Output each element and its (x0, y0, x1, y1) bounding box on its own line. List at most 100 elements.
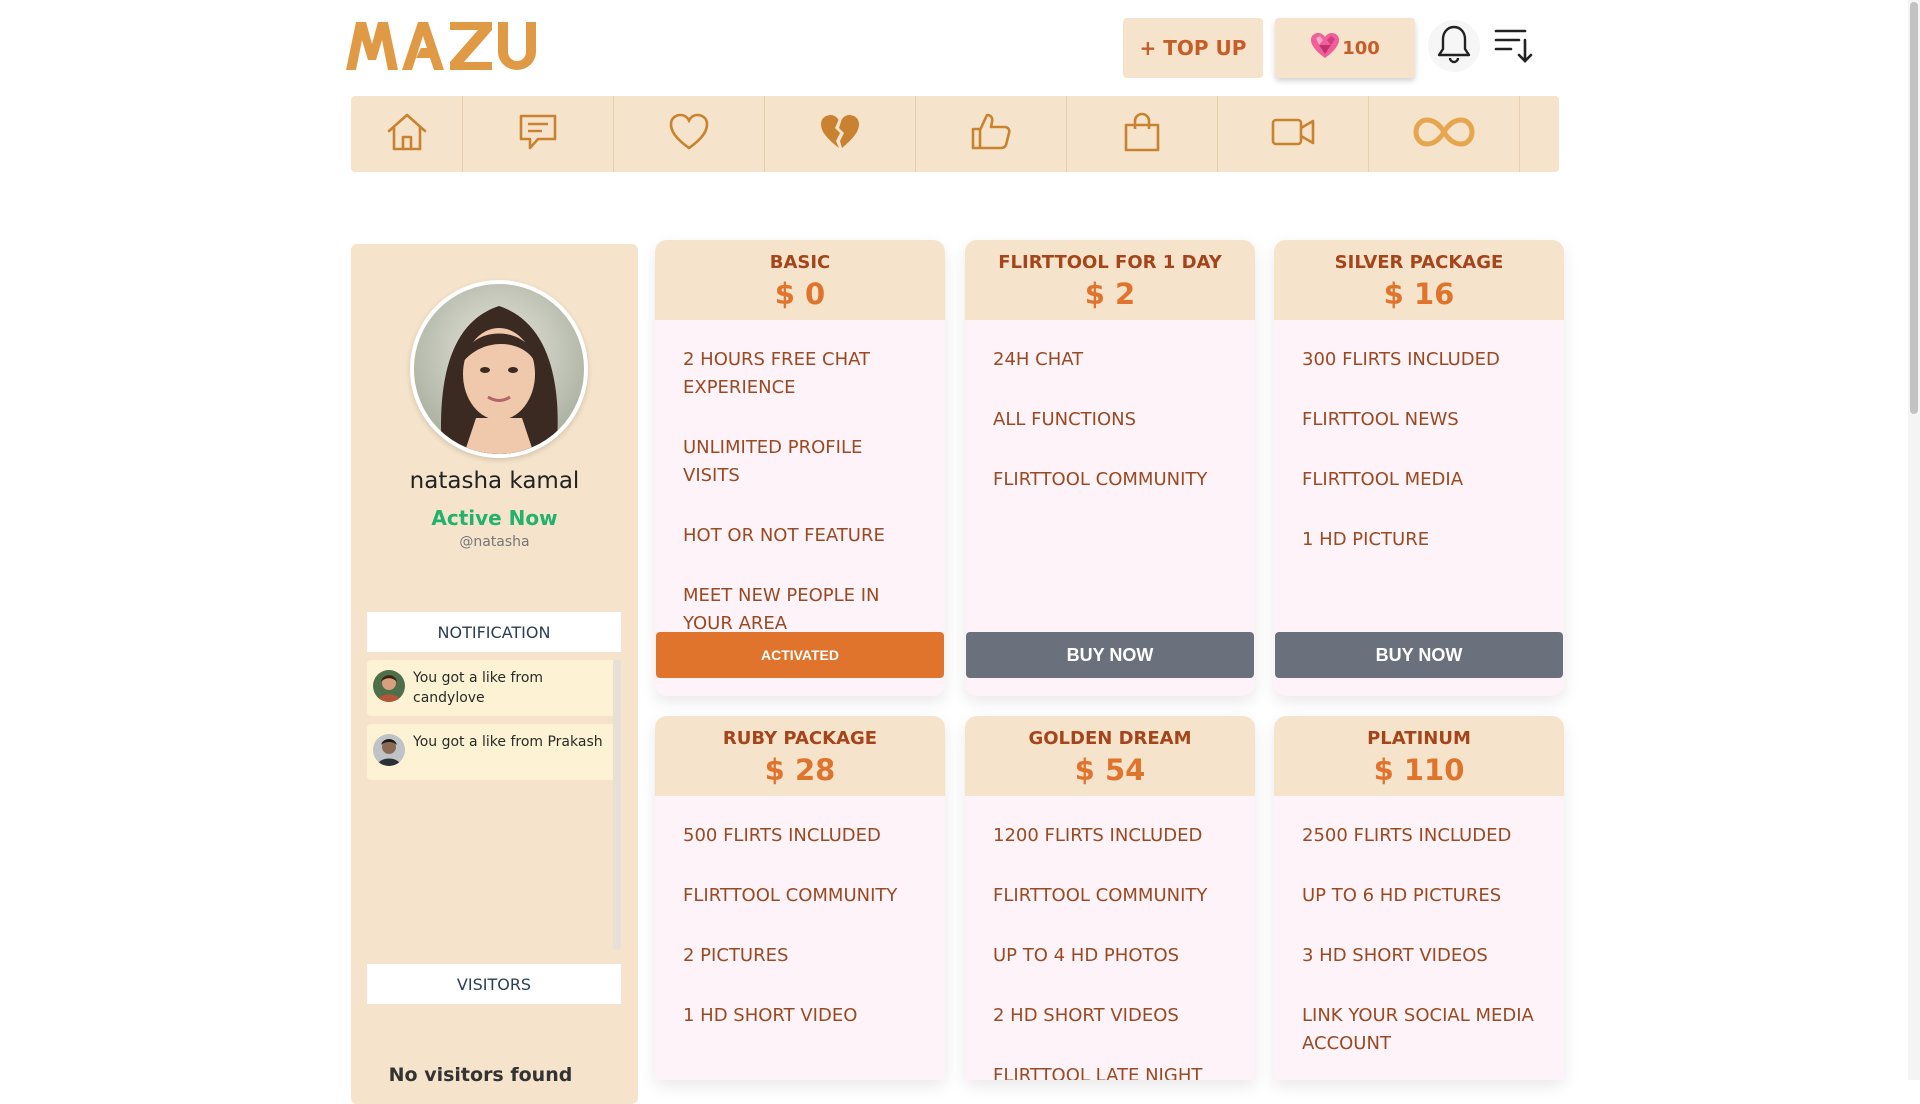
package-feature: UP TO 4 HD PHOTOS (993, 945, 1180, 966)
infinity-icon (1412, 111, 1476, 157)
package-feature: 24H CHAT (993, 349, 1084, 370)
profile-name: natasha kamal (409, 468, 580, 494)
package-card: FLIRTTOOL FOR 1 DAY $ 2 24H CHAT ALL FUN… (965, 240, 1255, 696)
nav-likes[interactable] (614, 96, 765, 172)
package-feature: LINK YOUR SOCIAL MEDIA ACCOUNT (1302, 1005, 1534, 1054)
nav-infinity[interactable] (1369, 96, 1520, 172)
page-scrollbar-thumb[interactable] (1910, 2, 1918, 414)
credits-count: 100 (1342, 37, 1380, 59)
notification-scrollbar[interactable] (613, 660, 621, 950)
notification-avatar (373, 670, 405, 702)
heart-icon (667, 111, 711, 157)
package-features: 24H CHAT ALL FUNCTIONS FLIRTTOOL COMMUNI… (965, 320, 1255, 494)
package-card: RUBY PACKAGE $ 28 500 FLIRTS INCLUDED FL… (655, 716, 945, 1080)
package-feature: 300 FLIRTS INCLUDED (1302, 349, 1500, 370)
menu-sort-button[interactable] (1490, 22, 1538, 70)
package-feature: 3 HD SHORT VIDEOS (1302, 945, 1488, 966)
package-feature: FLIRTTOOL MEDIA (1302, 469, 1464, 490)
package-features: 300 FLIRTS INCLUDED FLIRTTOOL NEWS FLIRT… (1274, 320, 1564, 554)
package-price: $ 16 (1383, 277, 1455, 311)
sort-menu-icon (1493, 23, 1535, 69)
package-feature: FLIRTTOOL NEWS (1302, 409, 1459, 430)
package-title: RUBY PACKAGE (722, 728, 878, 749)
package-title: SILVER PACKAGE (1334, 252, 1504, 273)
notification-text: You got a like from Prakash (413, 734, 603, 750)
profile-avatar[interactable] (410, 280, 588, 458)
diamond-heart-icon (1310, 32, 1340, 65)
nav-shop[interactable] (1067, 96, 1218, 172)
no-visitors-text: No visitors found (388, 1064, 573, 1086)
nav-videos[interactable] (1218, 96, 1369, 172)
profile-sidebar: natasha kamal Active Now @natasha NOTIFI… (351, 244, 638, 1104)
package-title: FLIRTTOOL FOR 1 DAY (998, 252, 1222, 273)
package-feature: FLIRTTOOL COMMUNITY (993, 469, 1208, 490)
package-feature: 1 HD SHORT VIDEO (683, 1005, 858, 1026)
package-feature: UP TO 6 HD PICTURES (1302, 885, 1502, 906)
package-feature: 2 HD SHORT VIDEOS (993, 1005, 1179, 1026)
nav-home[interactable] (351, 96, 463, 172)
activated-button[interactable]: ACTIVATED (656, 632, 944, 678)
notifications-button[interactable] (1428, 20, 1480, 72)
package-feature: FLIRTTOOL COMMUNITY (683, 885, 898, 906)
package-card: SILVER PACKAGE $ 16 300 FLIRTS INCLUDED … (1274, 240, 1564, 696)
chat-icon (516, 111, 560, 157)
profile-handle: @natasha (459, 534, 530, 550)
top-up-button[interactable]: + TOP UP (1123, 18, 1263, 78)
package-feature: 2 HOURS FREE CHAT EXPERIENCE (683, 349, 871, 398)
package-header: RUBY PACKAGE $ 28 (655, 716, 945, 796)
bell-icon (1435, 24, 1473, 68)
package-feature: 1 HD PICTURE (1302, 529, 1430, 550)
package-feature: ALL FUNCTIONS (993, 409, 1137, 430)
credits-button[interactable]: 100 (1275, 18, 1415, 78)
notification-list: You got a like from candylove You got a … (367, 660, 615, 950)
package-header: FLIRTTOOL FOR 1 DAY $ 2 (965, 240, 1255, 320)
package-features: 500 FLIRTS INCLUDED FLIRTTOOL COMMUNITY … (655, 796, 945, 1030)
package-header: GOLDEN DREAM $ 54 (965, 716, 1255, 796)
thumbs-up-icon (969, 111, 1013, 157)
package-feature: FLIRTTOOL COMMUNITY (993, 885, 1208, 906)
package-price: $ 0 (774, 277, 826, 311)
profile-status: Active Now (431, 506, 558, 530)
mazu-logo-graphic (346, 22, 536, 70)
package-card: PLATINUM $ 110 2500 FLIRTS INCLUDED UP T… (1274, 716, 1564, 1080)
package-header: PLATINUM $ 110 (1274, 716, 1564, 796)
package-feature: 2500 FLIRTS INCLUDED (1302, 825, 1512, 846)
package-feature: FLIRTTOOL LATE NIGHT (993, 1065, 1203, 1080)
package-header: SILVER PACKAGE $ 16 (1274, 240, 1564, 320)
package-price: $ 28 (764, 753, 836, 787)
nav-thumbs-up[interactable] (916, 96, 1067, 172)
package-feature: HOT OR NOT FEATURE (683, 525, 885, 546)
package-feature: UNLIMITED PROFILE VISITS (683, 437, 863, 486)
buy-now-button[interactable]: BUY NOW (1275, 632, 1563, 678)
shopping-bag-icon (1120, 111, 1164, 157)
notification-avatar (373, 734, 405, 766)
package-price: $ 110 (1373, 753, 1465, 787)
video-icon (1270, 111, 1316, 157)
package-price: $ 2 (1084, 277, 1136, 311)
nav-messages[interactable] (463, 96, 614, 172)
broken-heart-icon (818, 111, 862, 157)
package-header: BASIC $ 0 (655, 240, 945, 320)
package-price: $ 54 (1074, 753, 1146, 787)
home-icon (385, 111, 429, 157)
package-features: 1200 FLIRTS INCLUDED FLIRTTOOL COMMUNITY… (965, 796, 1255, 1080)
package-feature: 2 PICTURES (683, 945, 789, 966)
main-nav (351, 96, 1559, 172)
visitors-heading[interactable]: VISITORS (367, 964, 621, 1004)
package-feature: 1200 FLIRTS INCLUDED (993, 825, 1203, 846)
notification-item[interactable]: You got a like from candylove (367, 660, 615, 716)
notification-text: You got a like from candylove (413, 670, 544, 706)
notification-item[interactable]: You got a like from Prakash (367, 724, 615, 780)
package-title: BASIC (769, 252, 831, 273)
package-title: PLATINUM (1367, 728, 1471, 749)
package-feature: MEET NEW PEOPLE IN YOUR AREA (683, 585, 880, 634)
buy-now-button[interactable]: BUY NOW (966, 632, 1254, 678)
notification-heading[interactable]: NOTIFICATION (367, 612, 621, 652)
nav-dislikes[interactable] (765, 96, 916, 172)
brand-logo[interactable] (346, 20, 542, 72)
package-card: GOLDEN DREAM $ 54 1200 FLIRTS INCLUDED F… (965, 716, 1255, 1080)
package-feature: 500 FLIRTS INCLUDED (683, 825, 881, 846)
package-title: GOLDEN DREAM (1028, 728, 1192, 749)
package-features: 2 HOURS FREE CHAT EXPERIENCE UNLIMITED P… (655, 320, 945, 638)
package-card: BASIC $ 0 2 HOURS FREE CHAT EXPERIENCE U… (655, 240, 945, 696)
